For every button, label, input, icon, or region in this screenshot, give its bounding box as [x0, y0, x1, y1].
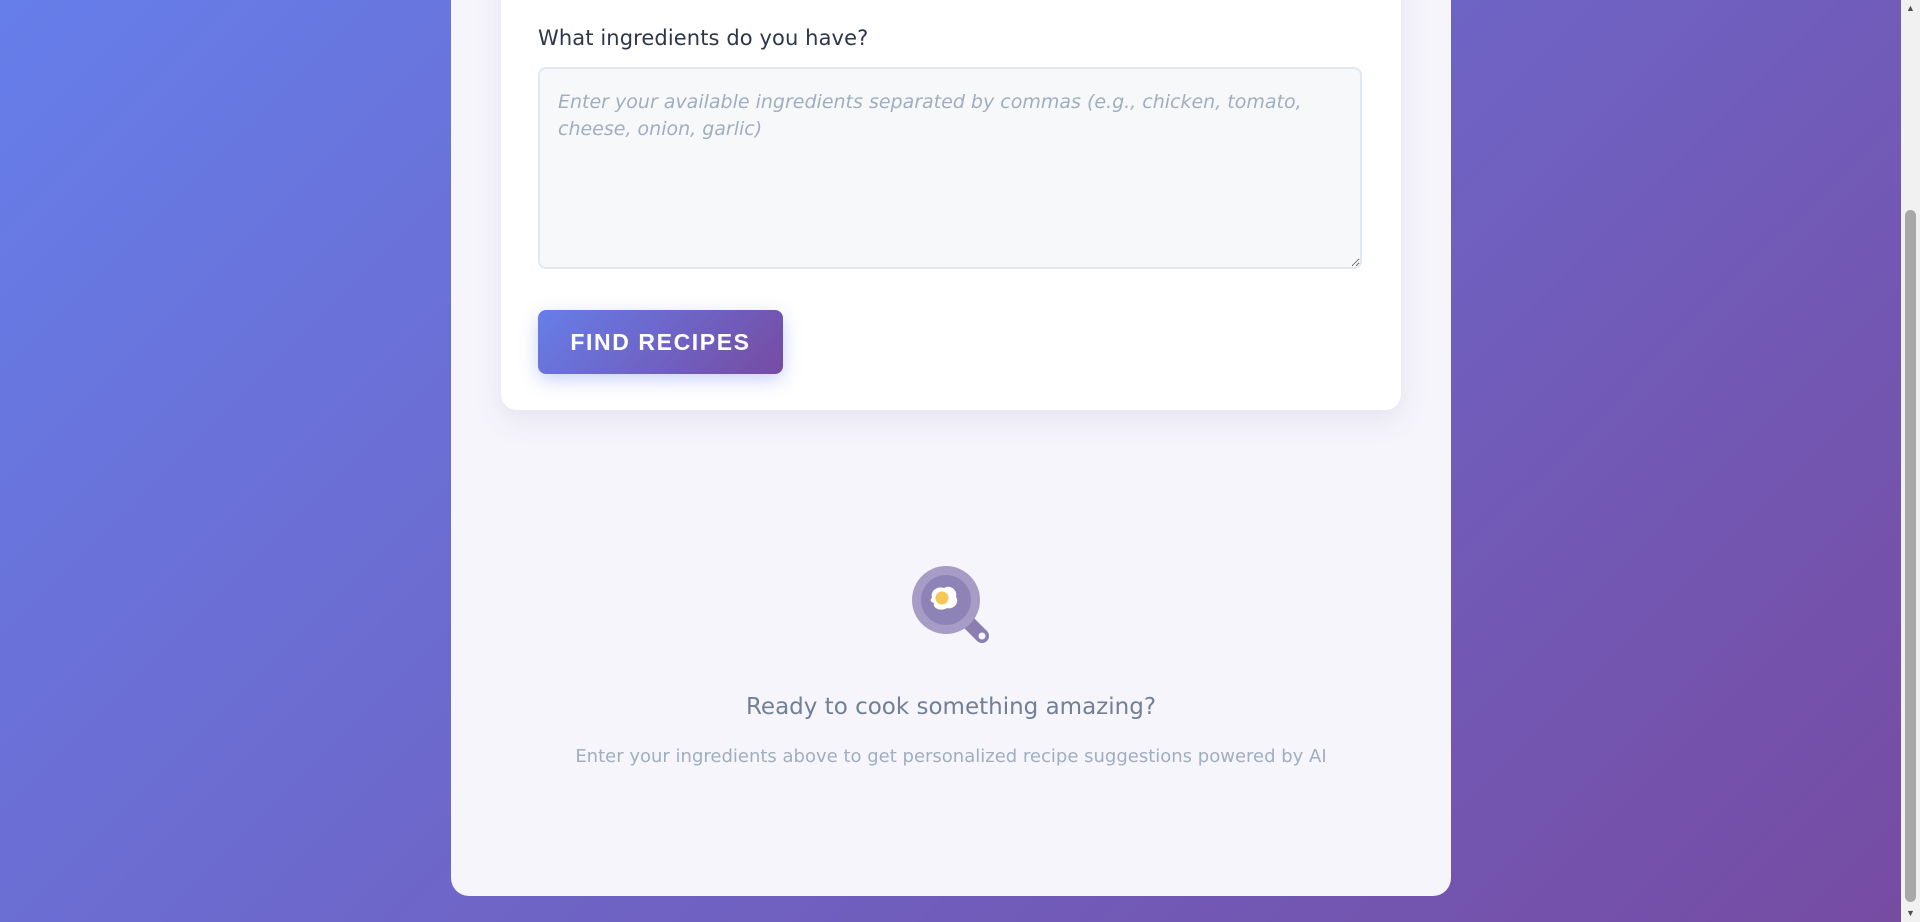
find-recipes-button[interactable]: FIND RECIPES [538, 310, 783, 374]
vertical-scrollbar[interactable]: ▲ ▼ [1901, 0, 1920, 922]
ingredients-form-card: What ingredients do you have? FIND RECIP… [501, 0, 1401, 410]
main-container: What ingredients do you have? FIND RECIP… [451, 0, 1451, 896]
ingredients-label: What ingredients do you have? [538, 26, 869, 50]
scrollbar-thumb[interactable] [1905, 210, 1916, 902]
empty-state-subtitle: Enter your ingredients above to get pers… [575, 746, 1327, 767]
scroll-down-arrow-icon[interactable]: ▼ [1901, 905, 1920, 922]
ingredients-input[interactable] [538, 67, 1362, 269]
scroll-up-arrow-icon[interactable]: ▲ [1901, 0, 1920, 17]
empty-state-title: Ready to cook something amazing? [745, 694, 1157, 720]
frying-pan-egg-icon [912, 566, 989, 643]
